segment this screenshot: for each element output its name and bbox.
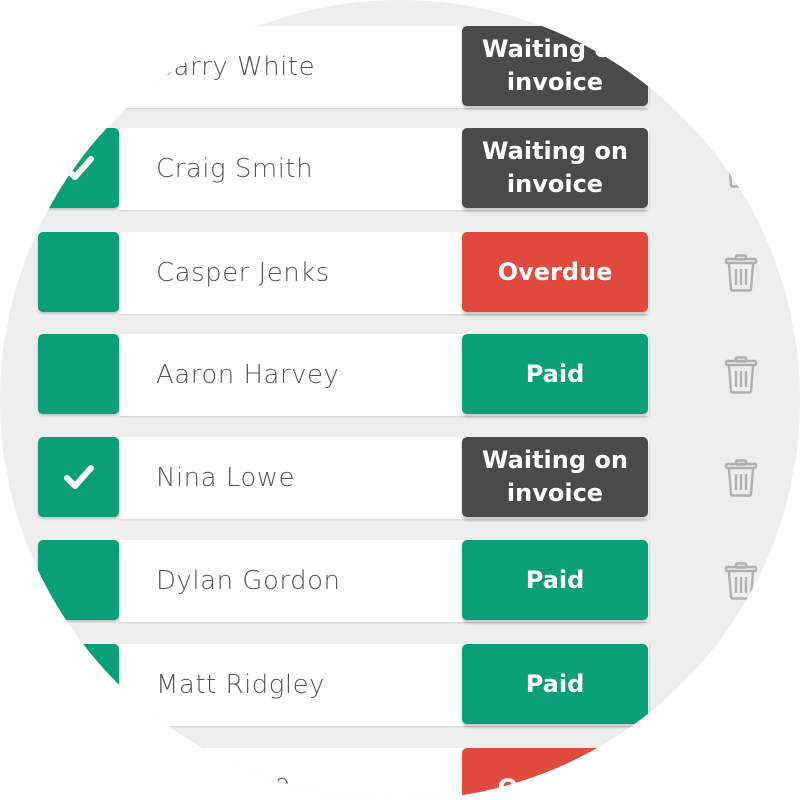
status-badge[interactable]: Overdue	[462, 232, 648, 312]
trash-icon[interactable]	[724, 562, 758, 600]
list-item: Craig Smith Waiting on invoice	[0, 128, 800, 210]
trash-icon[interactable]	[724, 459, 758, 497]
row-checkbox[interactable]	[38, 232, 119, 312]
status-label: Waiting on invoice	[482, 137, 628, 198]
client-name: Barry White	[156, 52, 316, 82]
status-label: Paid	[525, 359, 585, 388]
status-badge[interactable]: Waiting on invoice	[462, 437, 648, 517]
row-checkbox[interactable]	[38, 748, 119, 800]
list-item: Jasper 3.0 Overdue	[0, 748, 800, 800]
row-checkbox[interactable]	[38, 644, 119, 724]
list-item: Casper Jenks Overdue	[0, 232, 800, 314]
client-name: Aaron Harvey	[156, 360, 340, 390]
list-item: Matt Ridgley Paid	[0, 644, 800, 726]
client-name: Nina Lowe	[156, 463, 296, 493]
status-badge[interactable]: Waiting on invoice	[462, 26, 648, 106]
checkmark-icon	[59, 148, 99, 188]
client-list-viewport: Barry White Waiting on invoice Craig Smith…	[0, 0, 800, 800]
status-label: Waiting on invoice	[482, 35, 628, 96]
status-label: Waiting on invoice	[482, 446, 628, 507]
client-name: Jasper 3.0	[156, 774, 291, 800]
status-badge[interactable]: Paid	[462, 644, 648, 724]
trash-icon[interactable]	[724, 356, 758, 394]
status-badge[interactable]: Paid	[462, 334, 648, 414]
checkmark-icon	[59, 457, 99, 497]
row-checkbox[interactable]	[38, 540, 119, 620]
client-name: Dylan Gordon	[156, 566, 341, 596]
status-badge[interactable]: Paid	[462, 540, 648, 620]
trash-icon[interactable]	[724, 254, 758, 292]
list-item: Nina Lowe Waiting on invoice	[0, 437, 800, 519]
row-checkbox[interactable]	[38, 128, 119, 208]
trash-icon[interactable]	[724, 48, 758, 86]
trash-icon[interactable]	[724, 150, 758, 188]
status-label: Paid	[525, 565, 585, 594]
client-name: Matt Ridgley	[156, 670, 326, 700]
status-label: Overdue	[497, 257, 613, 286]
trash-icon[interactable]	[724, 770, 758, 800]
trash-icon[interactable]	[724, 666, 758, 704]
list-item: Barry White Waiting on invoice	[0, 26, 800, 108]
status-badge[interactable]: Overdue	[462, 748, 648, 800]
status-badge[interactable]: Waiting on invoice	[462, 128, 648, 208]
status-label: Overdue	[497, 773, 613, 800]
row-checkbox[interactable]	[38, 26, 119, 106]
row-checkbox[interactable]	[38, 437, 119, 517]
status-label: Paid	[525, 669, 585, 698]
row-checkbox[interactable]	[38, 334, 119, 414]
list-item: Dylan Gordon Paid	[0, 540, 800, 622]
client-name: Craig Smith	[156, 154, 314, 184]
list-item: Aaron Harvey Paid	[0, 334, 800, 416]
client-name: Casper Jenks	[156, 258, 330, 288]
